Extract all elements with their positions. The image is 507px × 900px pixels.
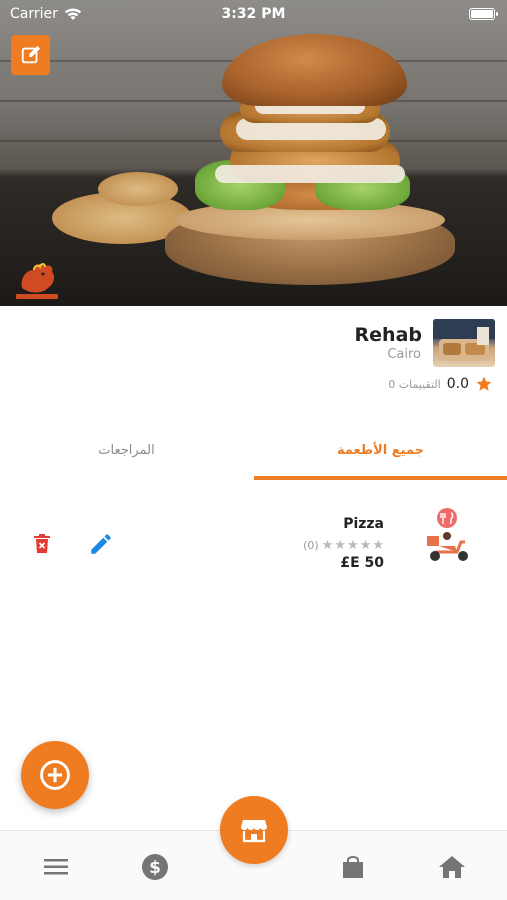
nav-home[interactable] — [438, 853, 466, 881]
product-name: Pizza — [343, 516, 384, 532]
product-price: £E 50 — [340, 555, 384, 571]
shopping-bag-icon — [343, 856, 363, 878]
dollar-icon: $ — [142, 854, 168, 880]
menu-icon — [44, 859, 68, 875]
star-icon: ★ — [359, 538, 372, 553]
delivery-scooter-icon — [427, 508, 468, 561]
status-time: 3:32 PM — [221, 6, 286, 22]
nav-earnings[interactable]: $ — [141, 853, 169, 881]
tab-reviews[interactable]: المراجعات — [0, 420, 253, 480]
nav-menu[interactable] — [42, 853, 70, 881]
star-icon: ★ — [334, 538, 347, 553]
rooster-logo — [16, 263, 58, 299]
edit-cover-button[interactable] — [11, 35, 50, 75]
reviews-count-label: 0 التقييمات — [388, 377, 441, 391]
nav-orders[interactable] — [339, 853, 367, 881]
home-icon — [439, 856, 465, 878]
store-button[interactable] — [220, 796, 288, 864]
add-item-button[interactable] — [21, 741, 89, 809]
product-rating: (0) ★ ★ ★ ★ ★ — [303, 539, 384, 552]
svg-text:$: $ — [149, 858, 161, 878]
battery-icon — [469, 8, 498, 20]
product-review-count: (0) — [303, 539, 319, 552]
edit-pencil-icon[interactable] — [88, 531, 114, 557]
storefront-icon — [241, 820, 267, 843]
star-icon: ★ — [347, 538, 359, 553]
store-rating: 0 التقييمات 0.0 — [388, 375, 493, 393]
star-icon: ★ — [321, 538, 334, 553]
star-icon: ★ — [372, 538, 384, 553]
add-circle-icon — [40, 760, 70, 790]
edit-icon — [21, 45, 40, 64]
store-thumbnail — [433, 319, 495, 367]
store-name: Rehab — [354, 324, 422, 346]
store-city: Cairo — [387, 347, 421, 362]
delete-icon[interactable] — [30, 532, 54, 556]
status-bar: Carrier 3:32 PM — [0, 0, 507, 30]
hero-image — [0, 0, 507, 306]
tab-bar: المراجعات جميع الأطعمة — [0, 420, 507, 480]
star-icon — [476, 376, 492, 391]
tab-all-food[interactable]: جميع الأطعمة — [254, 420, 507, 480]
list-item[interactable]: Pizza (0) ★ ★ ★ ★ ★ £E 50 — [0, 500, 507, 590]
rating-value: 0.0 — [446, 376, 469, 392]
active-tab-indicator — [254, 476, 507, 480]
